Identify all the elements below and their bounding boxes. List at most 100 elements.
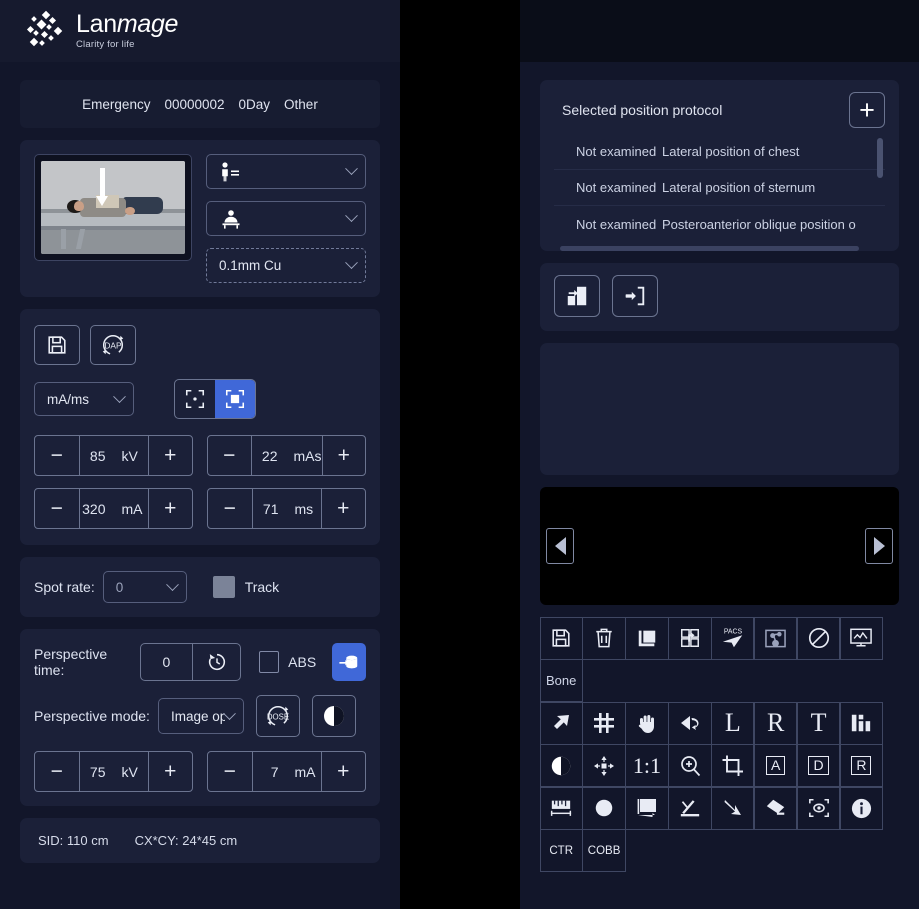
sid-value: SID: 110 cm <box>38 833 109 848</box>
protocol-name: Lateral position of chest <box>662 144 800 159</box>
kv-value: 85 <box>89 447 106 464</box>
pan-tool-button[interactable] <box>625 701 669 745</box>
small-focus-button[interactable] <box>175 380 215 418</box>
dose-save-button[interactable] <box>332 643 367 681</box>
ma-decrease-button[interactable]: − <box>35 489 80 528</box>
protocol-name: Posteroanterior oblique position o <box>662 216 856 232</box>
stitch-image-button[interactable] <box>668 616 712 660</box>
patient-other: Other <box>284 96 318 112</box>
actual-size-tool-button[interactable]: 1:1 <box>625 744 669 787</box>
perspective-kv-decrease-button[interactable]: − <box>35 752 80 791</box>
dose-reset-button[interactable]: DOSE <box>255 695 300 737</box>
patient-position-select[interactable] <box>206 154 366 189</box>
move-tool-button[interactable] <box>582 744 626 787</box>
bone-preset-button[interactable]: Bone <box>539 659 583 702</box>
info-tool-button[interactable] <box>839 786 884 830</box>
eraser-tool-button[interactable] <box>753 786 798 830</box>
histogram-tool-button[interactable] <box>839 701 884 745</box>
cobb-tool-button[interactable]: COBB <box>582 829 626 872</box>
protocol-list[interactable]: Not examined Lateral position of chest N… <box>554 134 885 242</box>
kv-decrease-button[interactable]: − <box>35 436 80 475</box>
perspective-ma-value: 7 <box>270 763 279 780</box>
perspective-kv-increase-button[interactable]: + <box>147 752 193 791</box>
table-row[interactable]: Not examined Lateral position of sternum <box>554 170 885 206</box>
ms-stepper: − 71 ms + <box>207 488 366 529</box>
mas-unit: mAs <box>293 447 322 464</box>
abs-checkbox[interactable] <box>259 651 280 673</box>
filter-select[interactable]: 0.1mm Cu <box>206 248 366 283</box>
delete-image-button[interactable] <box>582 616 626 660</box>
add-protocol-button[interactable]: + <box>849 92 885 128</box>
ms-increase-button[interactable]: + <box>320 489 366 528</box>
toolbar-row-ratios: CTR COBB <box>539 829 899 872</box>
mark-left-button[interactable]: L <box>711 701 755 745</box>
copy-image-button[interactable] <box>625 616 669 660</box>
next-image-button[interactable] <box>865 528 893 564</box>
chevron-down-icon <box>165 577 179 591</box>
protocol-horizontal-scrollbar[interactable] <box>560 246 859 251</box>
save-image-button[interactable] <box>539 616 583 660</box>
crop-tool-button[interactable] <box>711 744 755 787</box>
spot-rate-panel: Spot rate: 0 Track <box>20 557 380 617</box>
mas-increase-button[interactable]: + <box>321 436 366 475</box>
perspective-time-value: 0 <box>162 654 171 670</box>
save-exposure-button[interactable] <box>34 325 80 365</box>
chevron-down-icon <box>223 706 236 720</box>
window-level-tool-button[interactable] <box>539 744 583 787</box>
spot-rate-value: 0 <box>115 579 124 595</box>
mas-value: 22 <box>261 447 278 464</box>
exposure-unit-select[interactable]: mA/ms <box>34 382 134 416</box>
export-protocol-button[interactable] <box>554 275 600 317</box>
perspective-mode-select[interactable]: Image op <box>157 698 244 734</box>
table-row[interactable]: Not examined Posteroanterior oblique pos… <box>554 206 885 242</box>
mark-a-button[interactable]: A <box>753 744 798 787</box>
patient-position-thumbnail[interactable] <box>34 154 192 261</box>
spot-rate-select[interactable]: 0 <box>102 571 187 603</box>
screen-output-button[interactable] <box>839 616 884 660</box>
ellipse-tool-button[interactable] <box>582 786 626 830</box>
toolbar-row-tools-2: 1:1 A D R <box>539 744 899 787</box>
reject-image-button[interactable] <box>796 616 841 660</box>
angle-tool-button[interactable] <box>668 786 712 830</box>
perspective-time-reset-button[interactable] <box>192 644 240 680</box>
contrast-button[interactable] <box>311 695 356 737</box>
large-focus-button[interactable] <box>215 380 255 418</box>
send-pacs-button[interactable]: PACS <box>711 616 755 660</box>
ma-increase-button[interactable]: + <box>147 489 193 528</box>
perspective-mode-label: Perspective mode: <box>34 708 150 724</box>
ctr-tool-button[interactable]: CTR <box>539 829 583 872</box>
dap-reset-button[interactable]: DAP <box>90 325 136 365</box>
perspective-kv-unit: kV <box>121 763 138 780</box>
mark-r-button[interactable]: R <box>839 744 884 787</box>
grid-tool-button[interactable] <box>582 701 626 745</box>
flip-tool-button[interactable] <box>668 701 712 745</box>
rect-measure-tool-button[interactable] <box>625 786 669 830</box>
ruler-tool-button[interactable] <box>539 786 583 830</box>
mark-right-button[interactable]: R <box>753 701 798 745</box>
previous-image-button[interactable] <box>546 528 574 564</box>
field-size-value: CX*CY: 24*45 cm <box>134 833 238 848</box>
table-row[interactable]: Not examined Lateral position of chest <box>554 134 885 170</box>
share-image-button[interactable] <box>753 616 798 660</box>
zoom-tool-button[interactable] <box>668 744 712 787</box>
perspective-ma-decrease-button[interactable]: − <box>208 752 253 791</box>
patient-type: Emergency <box>82 96 151 112</box>
protocol-status: Not examined <box>576 216 657 232</box>
right-arrow-icon <box>873 537 885 555</box>
kv-increase-button[interactable]: + <box>147 436 193 475</box>
protocol-vertical-scrollbar[interactable] <box>877 138 883 178</box>
import-protocol-button[interactable] <box>612 275 658 317</box>
text-tool-button[interactable]: T <box>796 701 841 745</box>
image-preview-area[interactable] <box>540 487 899 605</box>
perspective-ma-unit: mA <box>294 763 316 780</box>
mas-decrease-button[interactable]: − <box>208 436 252 475</box>
arrow-tool-button[interactable] <box>711 786 755 830</box>
perspective-ma-increase-button[interactable]: + <box>320 752 366 791</box>
magnifier-tool-button[interactable] <box>796 786 841 830</box>
ms-decrease-button[interactable]: − <box>208 489 253 528</box>
track-checkbox[interactable] <box>212 576 235 598</box>
pointer-tool-button[interactable] <box>539 701 583 745</box>
mark-d-button[interactable]: D <box>796 744 841 787</box>
detector-position-select[interactable] <box>206 201 366 236</box>
center-viewport <box>400 0 520 909</box>
